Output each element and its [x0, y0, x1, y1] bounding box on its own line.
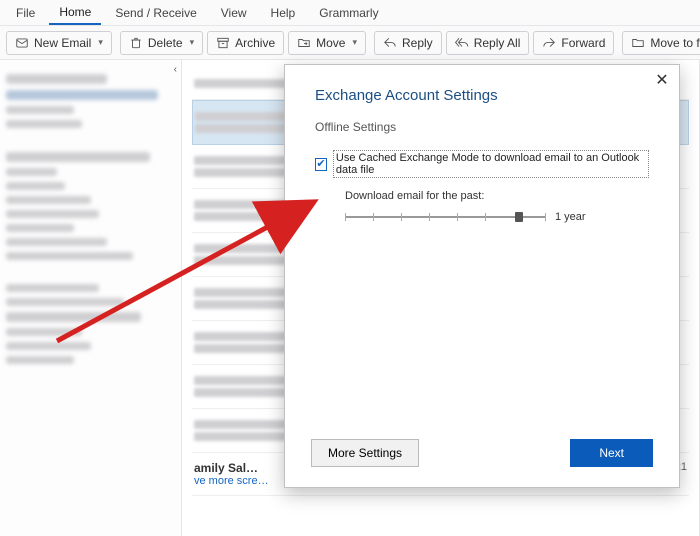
delete-button[interactable]: Delete ▾: [120, 31, 203, 55]
chevron-down-icon: ▾: [352, 37, 357, 48]
reply-button[interactable]: Reply: [374, 31, 442, 55]
delete-label: Delete: [148, 36, 183, 50]
new-email-button[interactable]: New Email ▾: [6, 31, 112, 55]
archive-label: Archive: [235, 36, 275, 50]
dialog-title: Exchange Account Settings: [285, 65, 679, 116]
close-button[interactable]: ✕: [651, 69, 673, 91]
chevron-down-icon: ▾: [98, 37, 103, 48]
menu-help[interactable]: Help: [261, 2, 306, 24]
cached-mode-row: ✔ Use Cached Exchange Mode to download e…: [285, 138, 679, 182]
toolbar: New Email ▾ Delete ▾ Archive Move ▾ Repl…: [0, 26, 700, 60]
menu-bar: File Home Send / Receive View Help Gramm…: [0, 0, 700, 26]
exchange-settings-dialog: ✕ Exchange Account Settings Offline Sett…: [284, 64, 680, 488]
reply-label: Reply: [402, 36, 433, 50]
offline-section-label: Offline Settings: [285, 116, 679, 138]
reply-icon: [383, 36, 397, 50]
next-button[interactable]: Next: [570, 439, 653, 467]
slider-value: 1 year: [555, 211, 586, 223]
slider-thumb[interactable]: [515, 212, 523, 222]
cached-mode-label[interactable]: Use Cached Exchange Mode to download ema…: [333, 150, 649, 178]
folder-move-icon: [297, 36, 311, 50]
reply-all-icon: [455, 36, 469, 50]
forward-button[interactable]: Forward: [533, 31, 614, 55]
menu-home[interactable]: Home: [49, 1, 101, 25]
mail-icon: [15, 36, 29, 50]
move-button[interactable]: Move ▾: [288, 31, 366, 55]
close-icon: ✕: [655, 70, 668, 90]
reply-all-label: Reply All: [474, 36, 521, 50]
message-preview: ve more scre…: [194, 475, 269, 487]
download-past-slider-row: 1 year: [285, 204, 679, 224]
new-email-label: New Email: [34, 36, 91, 50]
archive-button[interactable]: Archive: [207, 31, 284, 55]
folder-icon: [631, 36, 645, 50]
trash-icon: [129, 36, 143, 50]
chevron-down-icon: ▾: [190, 37, 195, 48]
move-to-folder-button[interactable]: Move to folder: [622, 31, 700, 55]
menu-grammarly[interactable]: Grammarly: [309, 2, 388, 24]
menu-view[interactable]: View: [211, 2, 257, 24]
move-label: Move: [316, 36, 345, 50]
move-to-folder-label: Move to folder: [650, 36, 700, 50]
reply-all-button[interactable]: Reply All: [446, 31, 530, 55]
check-icon: ✔: [316, 159, 325, 170]
forward-label: Forward: [561, 36, 605, 50]
archive-icon: [216, 36, 230, 50]
cached-mode-checkbox[interactable]: ✔: [315, 158, 327, 171]
download-past-slider[interactable]: [345, 210, 545, 224]
forward-icon: [542, 36, 556, 50]
message-subject: amily Sal…: [194, 461, 269, 475]
collapse-pane-icon[interactable]: ‹: [174, 64, 177, 75]
menu-send-receive[interactable]: Send / Receive: [105, 2, 206, 24]
folder-pane[interactable]: ‹: [0, 60, 182, 536]
more-settings-button[interactable]: More Settings: [311, 439, 419, 467]
dialog-button-row: More Settings Next: [285, 439, 679, 467]
download-past-label: Download email for the past:: [285, 182, 679, 204]
menu-file[interactable]: File: [6, 2, 45, 24]
